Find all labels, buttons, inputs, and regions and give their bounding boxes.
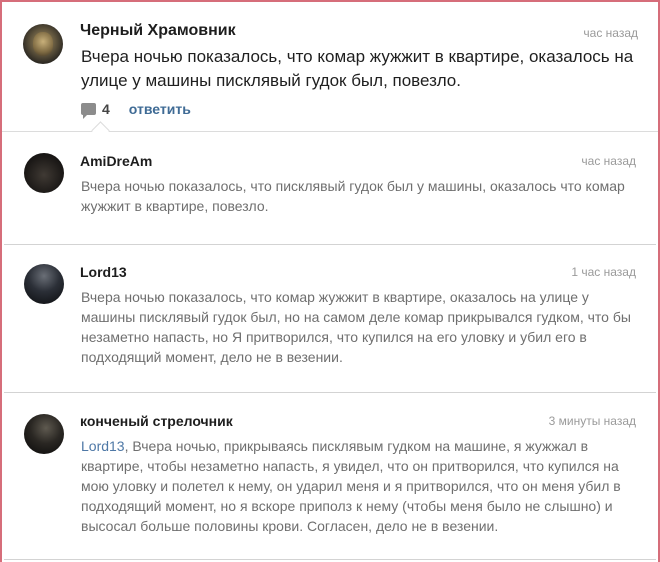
comment-time: час назад — [583, 26, 638, 40]
comment-text-body: , Вчера ночью, прикрываясь писклявым гуд… — [81, 438, 621, 534]
reply-link[interactable]: ответить — [129, 101, 191, 117]
comment-author[interactable]: Черный Храмовник — [80, 22, 236, 40]
main-comment: Черный Храмовник час назад Вчера ночью п… — [2, 2, 658, 132]
reply-item: Lord13 1 час назад Вчера ночью показалос… — [2, 245, 658, 393]
comment-author[interactable]: AmiDreAm — [80, 153, 152, 169]
reply-separator — [4, 559, 656, 560]
comment-text: Lord13, Вчера ночью, прикрываясь пискляв… — [81, 436, 636, 536]
comment-time: 3 минуты назад — [548, 414, 636, 428]
avatar[interactable] — [24, 153, 64, 193]
reply-item: конченый стрелочник 3 минуты назад Lord1… — [2, 393, 658, 562]
comment-icon — [81, 103, 96, 119]
comment-time: час назад — [581, 154, 636, 168]
comment-author[interactable]: конченый стрелочник — [80, 413, 233, 429]
comment-time: 1 час назад — [571, 265, 636, 279]
avatar[interactable] — [24, 264, 64, 304]
comment-text: Вчера ночью показалось, что комар жужжит… — [81, 289, 631, 365]
comment-text: Вчера ночью показалось, что писклявый гу… — [81, 178, 625, 214]
avatar[interactable] — [24, 414, 64, 454]
avatar[interactable] — [23, 24, 63, 64]
mention-link[interactable]: Lord13 — [81, 438, 125, 454]
reply-item: AmiDreAm час назад Вчера ночью показалос… — [2, 132, 658, 245]
replies-count: 4 — [102, 101, 110, 117]
comment-text: Вчера ночью показалось, что комар жужжит… — [81, 47, 634, 90]
avatar-image — [33, 32, 53, 56]
comment-meta: 4 ответить — [81, 99, 191, 119]
comment-author[interactable]: Lord13 — [80, 264, 127, 280]
